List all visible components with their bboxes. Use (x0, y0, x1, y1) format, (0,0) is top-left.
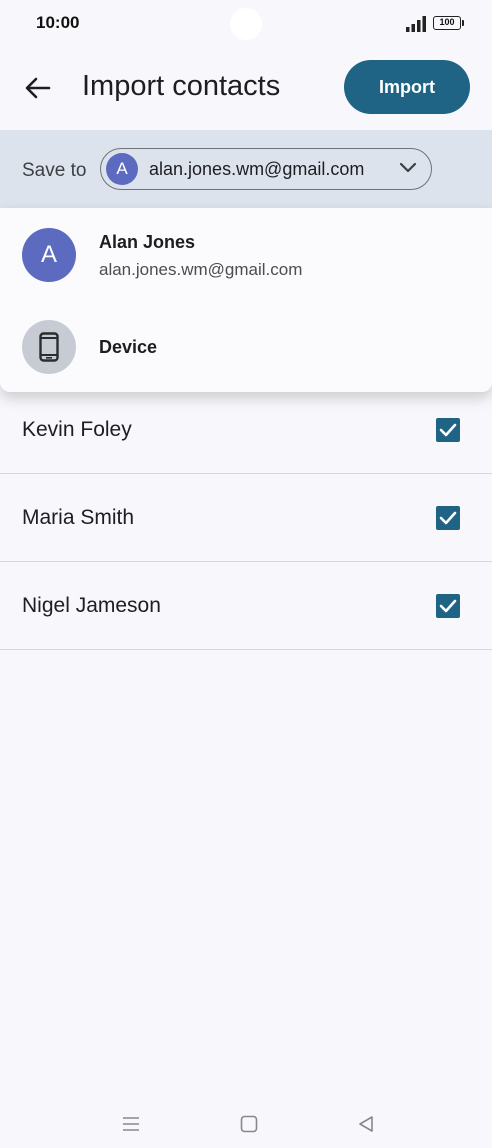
check-icon (439, 423, 457, 437)
contact-name: Maria Smith (22, 506, 135, 529)
device-label: Device (99, 337, 158, 357)
app-bar: Import contacts Import (0, 48, 492, 130)
contact-name: Kevin Foley (22, 418, 132, 441)
save-to-label: Save to (22, 160, 87, 181)
back-nav-button[interactable] (348, 1106, 384, 1142)
contact-checkbox[interactable] (436, 594, 460, 618)
status-time: 10:00 (36, 13, 80, 32)
signal-icon (406, 16, 426, 32)
account-selector[interactable]: A alan.jones.wm@gmail.com (100, 148, 432, 190)
square-icon (240, 1115, 258, 1133)
menu-item-device[interactable]: Device (0, 300, 492, 392)
status-bar: 10:00 100 (0, 0, 492, 48)
back-button[interactable] (18, 68, 58, 108)
battery-icon: 100 (433, 16, 461, 30)
contact-checkbox[interactable] (436, 418, 460, 442)
import-button[interactable]: Import (344, 60, 470, 114)
contact-name: Nigel Jameson (22, 594, 161, 617)
battery-level: 100 (439, 17, 455, 27)
camera-cutout (230, 8, 262, 40)
phone-icon (39, 332, 59, 362)
avatar: A (106, 153, 138, 185)
selected-account-email: alan.jones.wm@gmail.com (149, 158, 365, 179)
check-icon (439, 511, 457, 525)
account-dropdown-menu: A Alan Jones alan.jones.wm@gmail.com Dev… (0, 208, 492, 392)
battery-tip (462, 20, 464, 26)
page-title: Import contacts (82, 70, 281, 102)
check-icon (439, 599, 457, 613)
contact-checkbox[interactable] (436, 506, 460, 530)
menu-icon (123, 1117, 139, 1131)
list-item[interactable]: Maria Smith (0, 474, 492, 562)
triangle-back-icon (359, 1116, 373, 1132)
recents-button[interactable] (113, 1106, 149, 1142)
chevron-down-icon (399, 162, 417, 173)
menu-item-google-account[interactable]: A Alan Jones alan.jones.wm@gmail.com (0, 208, 492, 300)
account-name: Alan Jones (99, 232, 196, 252)
home-button[interactable] (231, 1106, 267, 1142)
system-nav-bar (0, 1100, 492, 1148)
contact-list: Kevin Foley Maria Smith Nigel Jameson (0, 386, 492, 650)
account-email: alan.jones.wm@gmail.com (99, 260, 303, 279)
device-avatar (22, 320, 76, 374)
list-item[interactable]: Kevin Foley (0, 386, 492, 474)
arrow-left-icon (25, 77, 51, 99)
list-item[interactable]: Nigel Jameson (0, 562, 492, 650)
avatar: A (22, 228, 76, 282)
save-to-bar: Save to A alan.jones.wm@gmail.com (0, 130, 492, 208)
